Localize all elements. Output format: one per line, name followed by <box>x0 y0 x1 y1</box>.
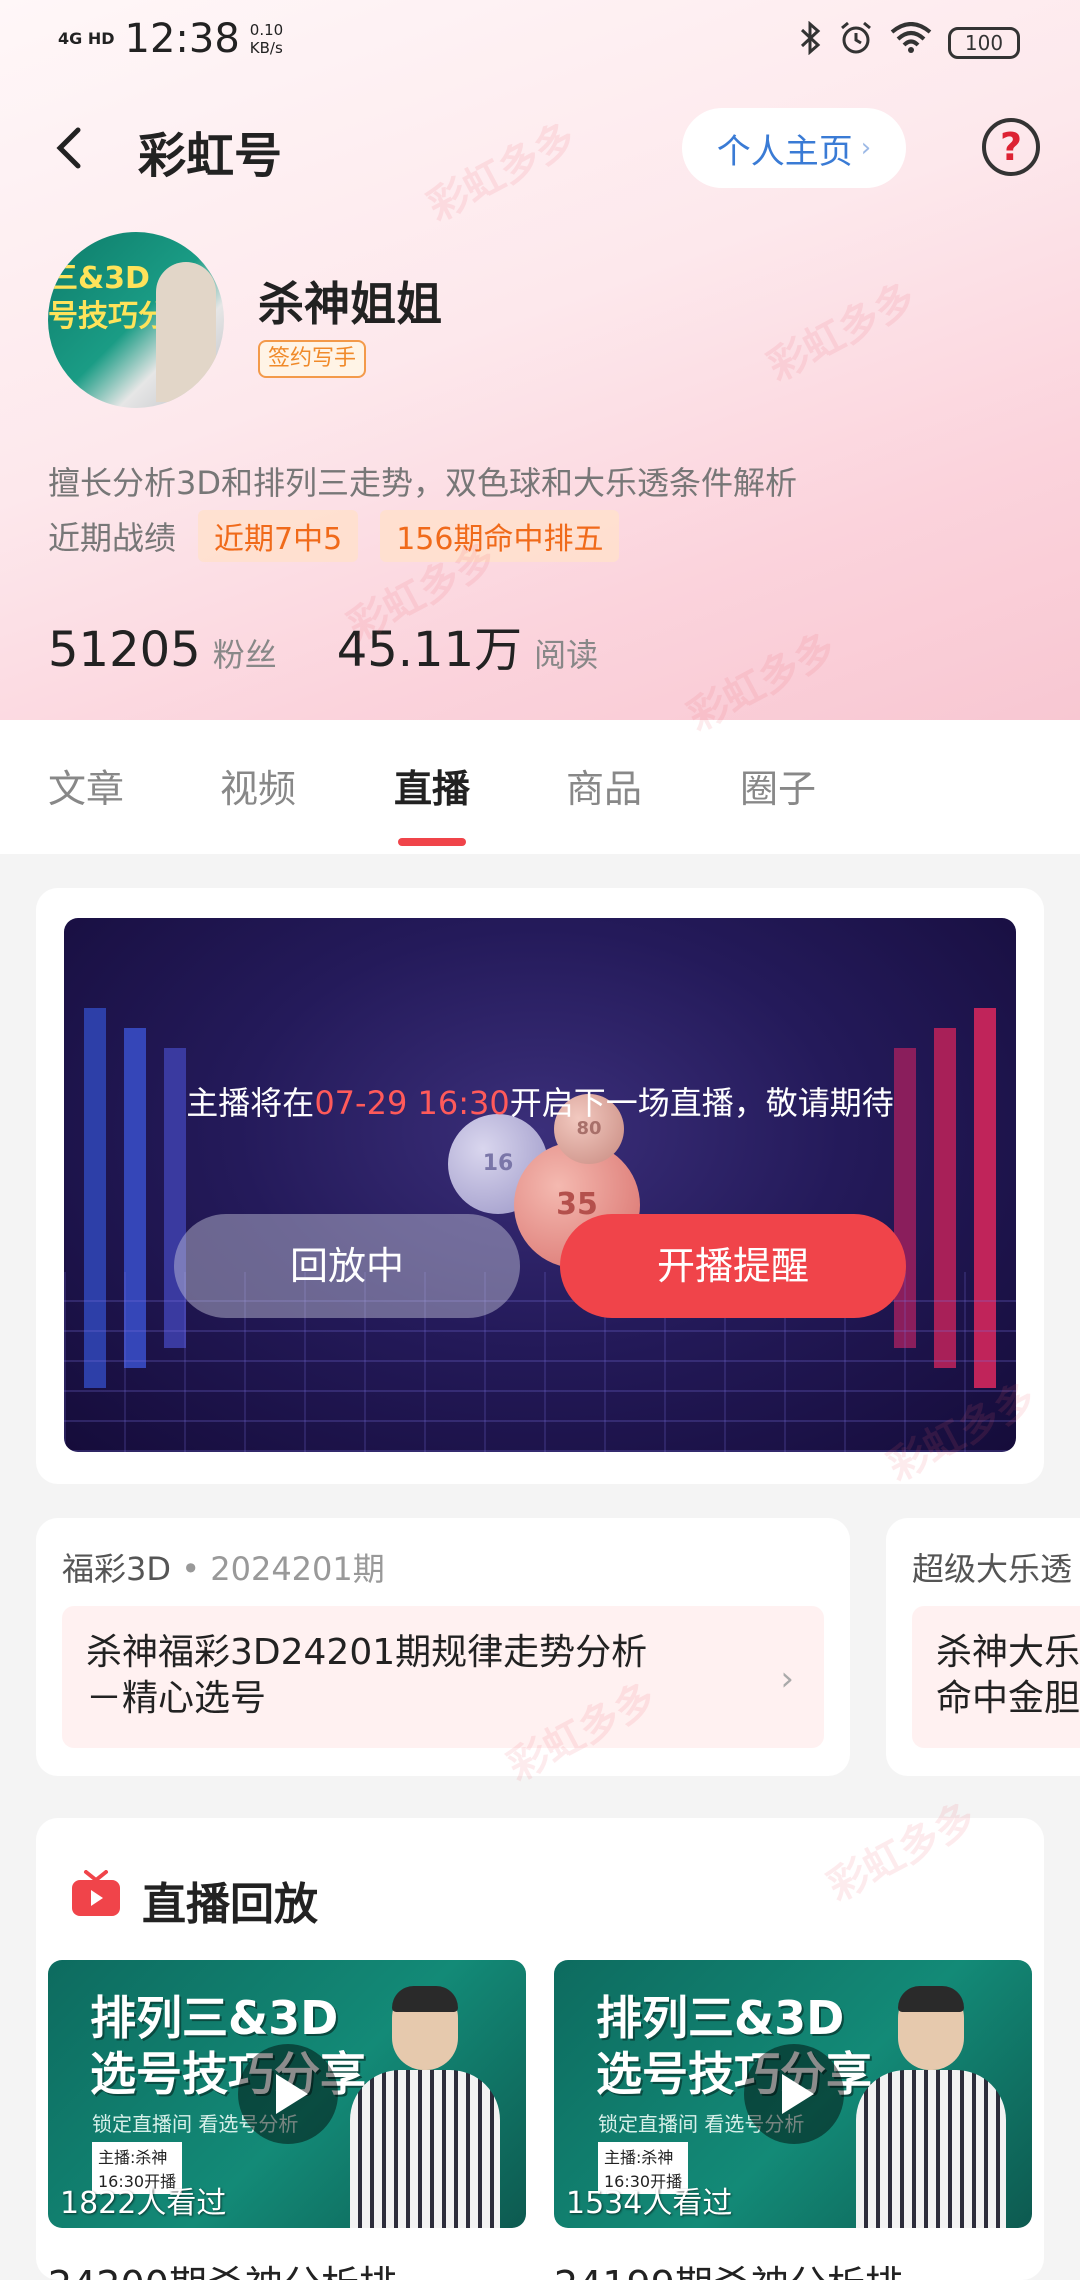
tab-circles[interactable]: 圈子 <box>740 758 816 813</box>
live-replays-section: 直播回放 排列三&3D 选号技巧分享 锁定直播间 看选号分析 主播:杀神 16:3… <box>36 1818 1044 2280</box>
replay-thumbnail[interactable]: 排列三&3D 选号技巧分享 锁定直播间 看选号分析 主播:杀神 16:30开播 1… <box>48 1960 526 2228</box>
followers-count: 51205 <box>48 622 201 678</box>
chevron-right-icon: › <box>780 1659 794 1699</box>
tab-live[interactable]: 直播 <box>394 758 470 813</box>
signed-writer-badge: 签约写手 <box>258 340 367 378</box>
top-nav-bar: 彩虹号 个人主页 › ? <box>0 100 1080 196</box>
live-reminder-button[interactable]: 开播提醒 <box>560 1214 906 1318</box>
avatar-person <box>156 262 216 402</box>
username: 杀神姐姐 <box>258 277 442 331</box>
tab-videos[interactable]: 视频 <box>220 758 296 813</box>
profile-stats: 51205 粉丝 45.11万 阅读 <box>48 610 658 680</box>
personal-homepage-label: 个人主页 <box>716 131 853 172</box>
profile-bio: 擅长分析3D和排列三走势，双色球和大乐透条件解析 <box>48 464 798 502</box>
replay-caption[interactable]: 24200期杀神分析排 <box>48 2254 397 2280</box>
host-photo <box>856 1986 1006 2228</box>
reads-label: 阅读 <box>534 636 599 674</box>
bluetooth-icon <box>798 20 822 64</box>
article-meta: 福彩3D • 2024201期 <box>62 1550 385 1588</box>
chevron-right-icon: › <box>860 133 872 163</box>
help-icon[interactable]: ? <box>982 118 1040 176</box>
reads-count: 45.11万 <box>336 622 523 678</box>
article-card[interactable]: 超级大乐透 杀神大乐 命中金胆 <box>886 1518 1080 1776</box>
network-speed: 0.10 KB/s <box>249 21 284 57</box>
followers-label: 粉丝 <box>212 636 277 674</box>
network-indicator: 4G HD <box>58 29 115 48</box>
status-time: 12:38 <box>124 16 240 62</box>
play-icon[interactable] <box>238 2044 338 2144</box>
live-card: 16 35 80 主播将在07-29 16:30开启下一场直播，敬请期待 回放中… <box>36 888 1044 1484</box>
host-photo <box>350 1986 500 2228</box>
view-count: 1822人看过 <box>60 2186 227 2221</box>
section-title: 直播回放 <box>142 1879 318 1930</box>
wifi-icon <box>890 22 932 63</box>
live-notice: 主播将在07-29 16:30开启下一场直播，敬请期待 <box>186 1084 894 1122</box>
article-title: －精心选号 <box>86 1678 267 1719</box>
recent-record: 近期战绩 近期7中5 156期命中排五 <box>48 510 641 562</box>
record-label: 近期战绩 <box>48 519 177 557</box>
status-bar: 4G HD 12:38 0.10 KB/s 100 <box>0 0 1080 80</box>
article-title-box[interactable]: 杀神福彩3D24201期规律走势分析 －精心选号 › <box>62 1606 824 1748</box>
article-title-box[interactable]: 杀神大乐 命中金胆 <box>912 1606 1080 1748</box>
article-title: 杀神大乐 <box>936 1632 1080 1673</box>
avatar[interactable]: 三&3D 号技巧分享 <box>48 232 224 408</box>
active-tab-indicator <box>398 838 466 846</box>
lottery-name: 超级大乐透 <box>912 1550 1073 1588</box>
article-meta: 超级大乐透 <box>912 1544 1072 1590</box>
replay-caption[interactable]: 24199期杀神分析排 <box>554 2254 903 2280</box>
live-time: 07-29 16:30 <box>314 1084 510 1122</box>
replay-thumbnail[interactable]: 排列三&3D 选号技巧分享 锁定直播间 看选号分析 主播:杀神 16:30开播 1… <box>554 1960 1032 2228</box>
battery-indicator: 100 <box>948 26 1020 59</box>
issue-number: 2024201期 <box>210 1550 385 1588</box>
article-card[interactable]: 福彩3D • 2024201期 杀神福彩3D24201期规律走势分析 －精心选号… <box>36 1518 850 1776</box>
page-title: 彩虹号 <box>138 128 283 184</box>
tab-products[interactable]: 商品 <box>566 758 642 813</box>
article-title: 命中金胆 <box>936 1678 1080 1719</box>
alarm-icon <box>838 20 874 65</box>
lottery-name: 福彩3D <box>62 1550 172 1588</box>
tv-icon <box>70 1870 122 1918</box>
personal-homepage-button[interactable]: 个人主页 › <box>682 108 906 188</box>
content-tabs: 文章 视频 直播 商品 圈子 <box>0 720 1080 854</box>
back-arrow-icon[interactable] <box>48 120 98 176</box>
live-banner: 16 35 80 主播将在07-29 16:30开启下一场直播，敬请期待 回放中… <box>64 918 1016 1452</box>
tab-articles[interactable]: 文章 <box>48 758 124 813</box>
record-badge: 156期命中排五 <box>380 510 620 562</box>
record-badge: 近期7中5 <box>198 510 359 562</box>
replaying-button[interactable]: 回放中 <box>174 1214 520 1318</box>
play-icon[interactable] <box>744 2044 844 2144</box>
view-count: 1534人看过 <box>566 2186 733 2221</box>
article-title: 杀神福彩3D24201期规律走势分析 <box>86 1632 648 1673</box>
